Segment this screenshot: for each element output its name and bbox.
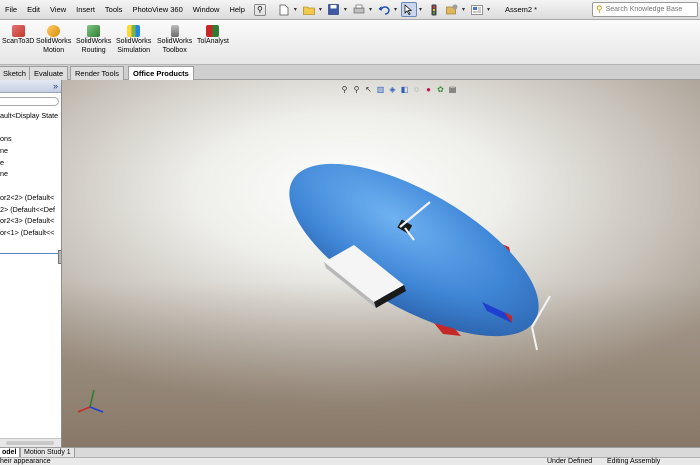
menu-photoview-360[interactable]: PhotoView 360 [127, 5, 187, 14]
feature-tree: ault<Display State ons ne e ne or2<2> (D… [0, 110, 61, 239]
knowledge-base-search[interactable]: ⚲ [592, 2, 698, 17]
options-dropdown-caret[interactable]: ▾ [462, 6, 465, 13]
view-orientation-icon[interactable]: ◈ [387, 84, 398, 95]
new-document-icon[interactable] [276, 2, 292, 17]
previous-view-icon[interactable]: ↖ [363, 84, 374, 95]
toolbox-icon [170, 25, 179, 37]
feature-manager-header: » [0, 80, 61, 93]
tab-evaluate[interactable]: Evaluate [29, 66, 69, 80]
new-dropdown-caret[interactable]: ▾ [294, 6, 297, 13]
feature-tree-filter[interactable] [0, 97, 59, 106]
menu-tools[interactable]: Tools [100, 5, 128, 14]
zoom-to-area-icon[interactable]: ⚲ [351, 84, 362, 95]
select-dropdown-caret[interactable]: ▾ [419, 6, 422, 13]
menu-insert[interactable]: Insert [71, 5, 100, 14]
command-manager: ScanTo3D SolidWorks Motion SolidWorks Ro… [0, 20, 700, 65]
tree-item-component[interactable]: 2> (Default<<Def [0, 204, 61, 216]
pin-menu-icon[interactable]: ⚲ [253, 3, 266, 16]
undo-icon[interactable] [376, 2, 392, 17]
menu-file[interactable]: File [0, 5, 22, 14]
collapse-panel-icon[interactable]: » [53, 81, 58, 91]
section-view-icon[interactable]: ▥ [375, 84, 386, 95]
display-style-icon[interactable]: ◧ [399, 84, 410, 95]
menu-edit[interactable]: Edit [22, 5, 45, 14]
file-properties-icon[interactable] [469, 2, 485, 17]
tree-rollback-bar[interactable] [0, 253, 61, 254]
heads-up-view-toolbar: ⚲ ⚲ ↖ ▥ ◈ ◧ ◌ ● ✿ ▤ [339, 82, 458, 96]
solidworks-routing-button[interactable]: SolidWorks Routing [76, 25, 111, 55]
reference-triad [77, 389, 104, 413]
routing-icon [87, 25, 101, 37]
solidworks-toolbox-button[interactable]: SolidWorks Toolbox [157, 25, 192, 55]
model-motion-tabs: odel Motion Study 1 [0, 447, 700, 458]
menu-bar: File Edit View Insert Tools PhotoView 36… [0, 0, 700, 20]
view-settings-icon[interactable]: ▤ [447, 84, 458, 95]
save-icon[interactable] [326, 2, 342, 17]
options-icon[interactable] [444, 2, 460, 17]
edit-mode-status: Editing Assembly [607, 458, 661, 465]
status-message: heir appearance [0, 458, 51, 465]
solidworks-motion-button[interactable]: SolidWorks Motion [36, 25, 71, 55]
solidworks-toolbox-label: SolidWorks Toolbox [157, 38, 193, 54]
undo-dropdown-caret[interactable]: ▾ [394, 6, 397, 13]
blimp-model[interactable] [62, 80, 700, 447]
apply-scene-icon[interactable]: ✿ [435, 84, 446, 95]
solidworks-motion-label: SolidWorks Motion [36, 38, 72, 54]
solidworks-simulation-label: SolidWorks Simulation [116, 38, 152, 54]
tree-spacer [0, 180, 61, 192]
tree-item-front-plane[interactable]: ne [0, 145, 61, 157]
tolanalyst-icon [206, 25, 220, 37]
solidworks-routing-label: SolidWorks Routing [76, 38, 112, 54]
menu-view[interactable]: View [45, 5, 71, 14]
scrollbar-thumb[interactable] [6, 441, 54, 445]
graphics-viewport[interactable]: ⚲ ⚲ ↖ ▥ ◈ ◧ ◌ ● ✿ ▤ [62, 80, 700, 447]
rear-propeller-blade [531, 326, 538, 351]
tree-item-top-plane[interactable]: e [0, 157, 61, 169]
motion-icon [47, 25, 61, 37]
definition-status: Under Defined [547, 458, 593, 465]
zoom-to-fit-icon[interactable]: ⚲ [339, 84, 350, 95]
feature-manager-panel: » ault<Display State ons ne e ne or2<2> … [0, 80, 62, 447]
tree-spacer [0, 122, 61, 134]
status-bar: heir appearance Under Defined Editing As… [0, 457, 700, 465]
tree-item-right-plane[interactable]: ne [0, 168, 61, 180]
open-dropdown-caret[interactable]: ▾ [319, 6, 322, 13]
tab-office-products[interactable]: Office Products [128, 66, 194, 81]
solidworks-simulation-button[interactable]: SolidWorks Simulation [116, 25, 151, 55]
hide-show-items-icon[interactable]: ◌ [411, 84, 422, 95]
tree-item-component[interactable]: or2<2> (Default< [0, 192, 61, 204]
command-manager-tabs: Sketch Evaluate Render Tools Office Prod… [0, 65, 700, 81]
tree-item-configuration[interactable]: ault<Display State [0, 110, 61, 122]
blimp-hull [289, 163, 539, 337]
save-dropdown-caret[interactable]: ▾ [344, 6, 347, 13]
tree-item-component[interactable]: or<1> (Default<< [0, 227, 61, 239]
knowledge-base-icon: ⚲ [596, 4, 603, 14]
tab-sketch[interactable]: Sketch [0, 66, 31, 80]
print-icon[interactable] [351, 2, 367, 17]
tolanalyst-button[interactable]: TolAnalyst [197, 25, 229, 47]
simulation-icon [127, 25, 141, 37]
tolanalyst-label: TolAnalyst [197, 38, 229, 45]
scanto3d-label: ScanTo3D [2, 38, 35, 45]
scanto3d-icon [11, 25, 25, 37]
tree-horizontal-scrollbar[interactable] [0, 438, 61, 447]
print-dropdown-caret[interactable]: ▾ [369, 6, 372, 13]
menu-window[interactable]: Window [188, 5, 225, 14]
document-title: Assem2 * [505, 5, 538, 14]
tree-item-component[interactable]: or2<3> (Default< [0, 215, 61, 227]
scanto3d-button[interactable]: ScanTo3D [2, 25, 34, 47]
open-folder-icon[interactable] [301, 2, 317, 17]
select-arrow-icon[interactable] [400, 2, 417, 17]
tree-item-annotations[interactable]: ons [0, 133, 61, 145]
edit-appearance-icon[interactable]: ● [423, 84, 434, 95]
tab-render-tools[interactable]: Render Tools [70, 66, 125, 80]
search-input[interactable] [605, 6, 692, 13]
standard-toolbar: ▾ ▾ ▾ ▾ ▾ ▾ ▾ ▾ [276, 2, 492, 17]
traffic-light-icon[interactable] [426, 2, 442, 17]
solidworks-window: File Edit View Insert Tools PhotoView 36… [0, 0, 700, 465]
menu-help[interactable]: Help [224, 5, 249, 14]
properties-dropdown-caret[interactable]: ▾ [487, 6, 490, 13]
